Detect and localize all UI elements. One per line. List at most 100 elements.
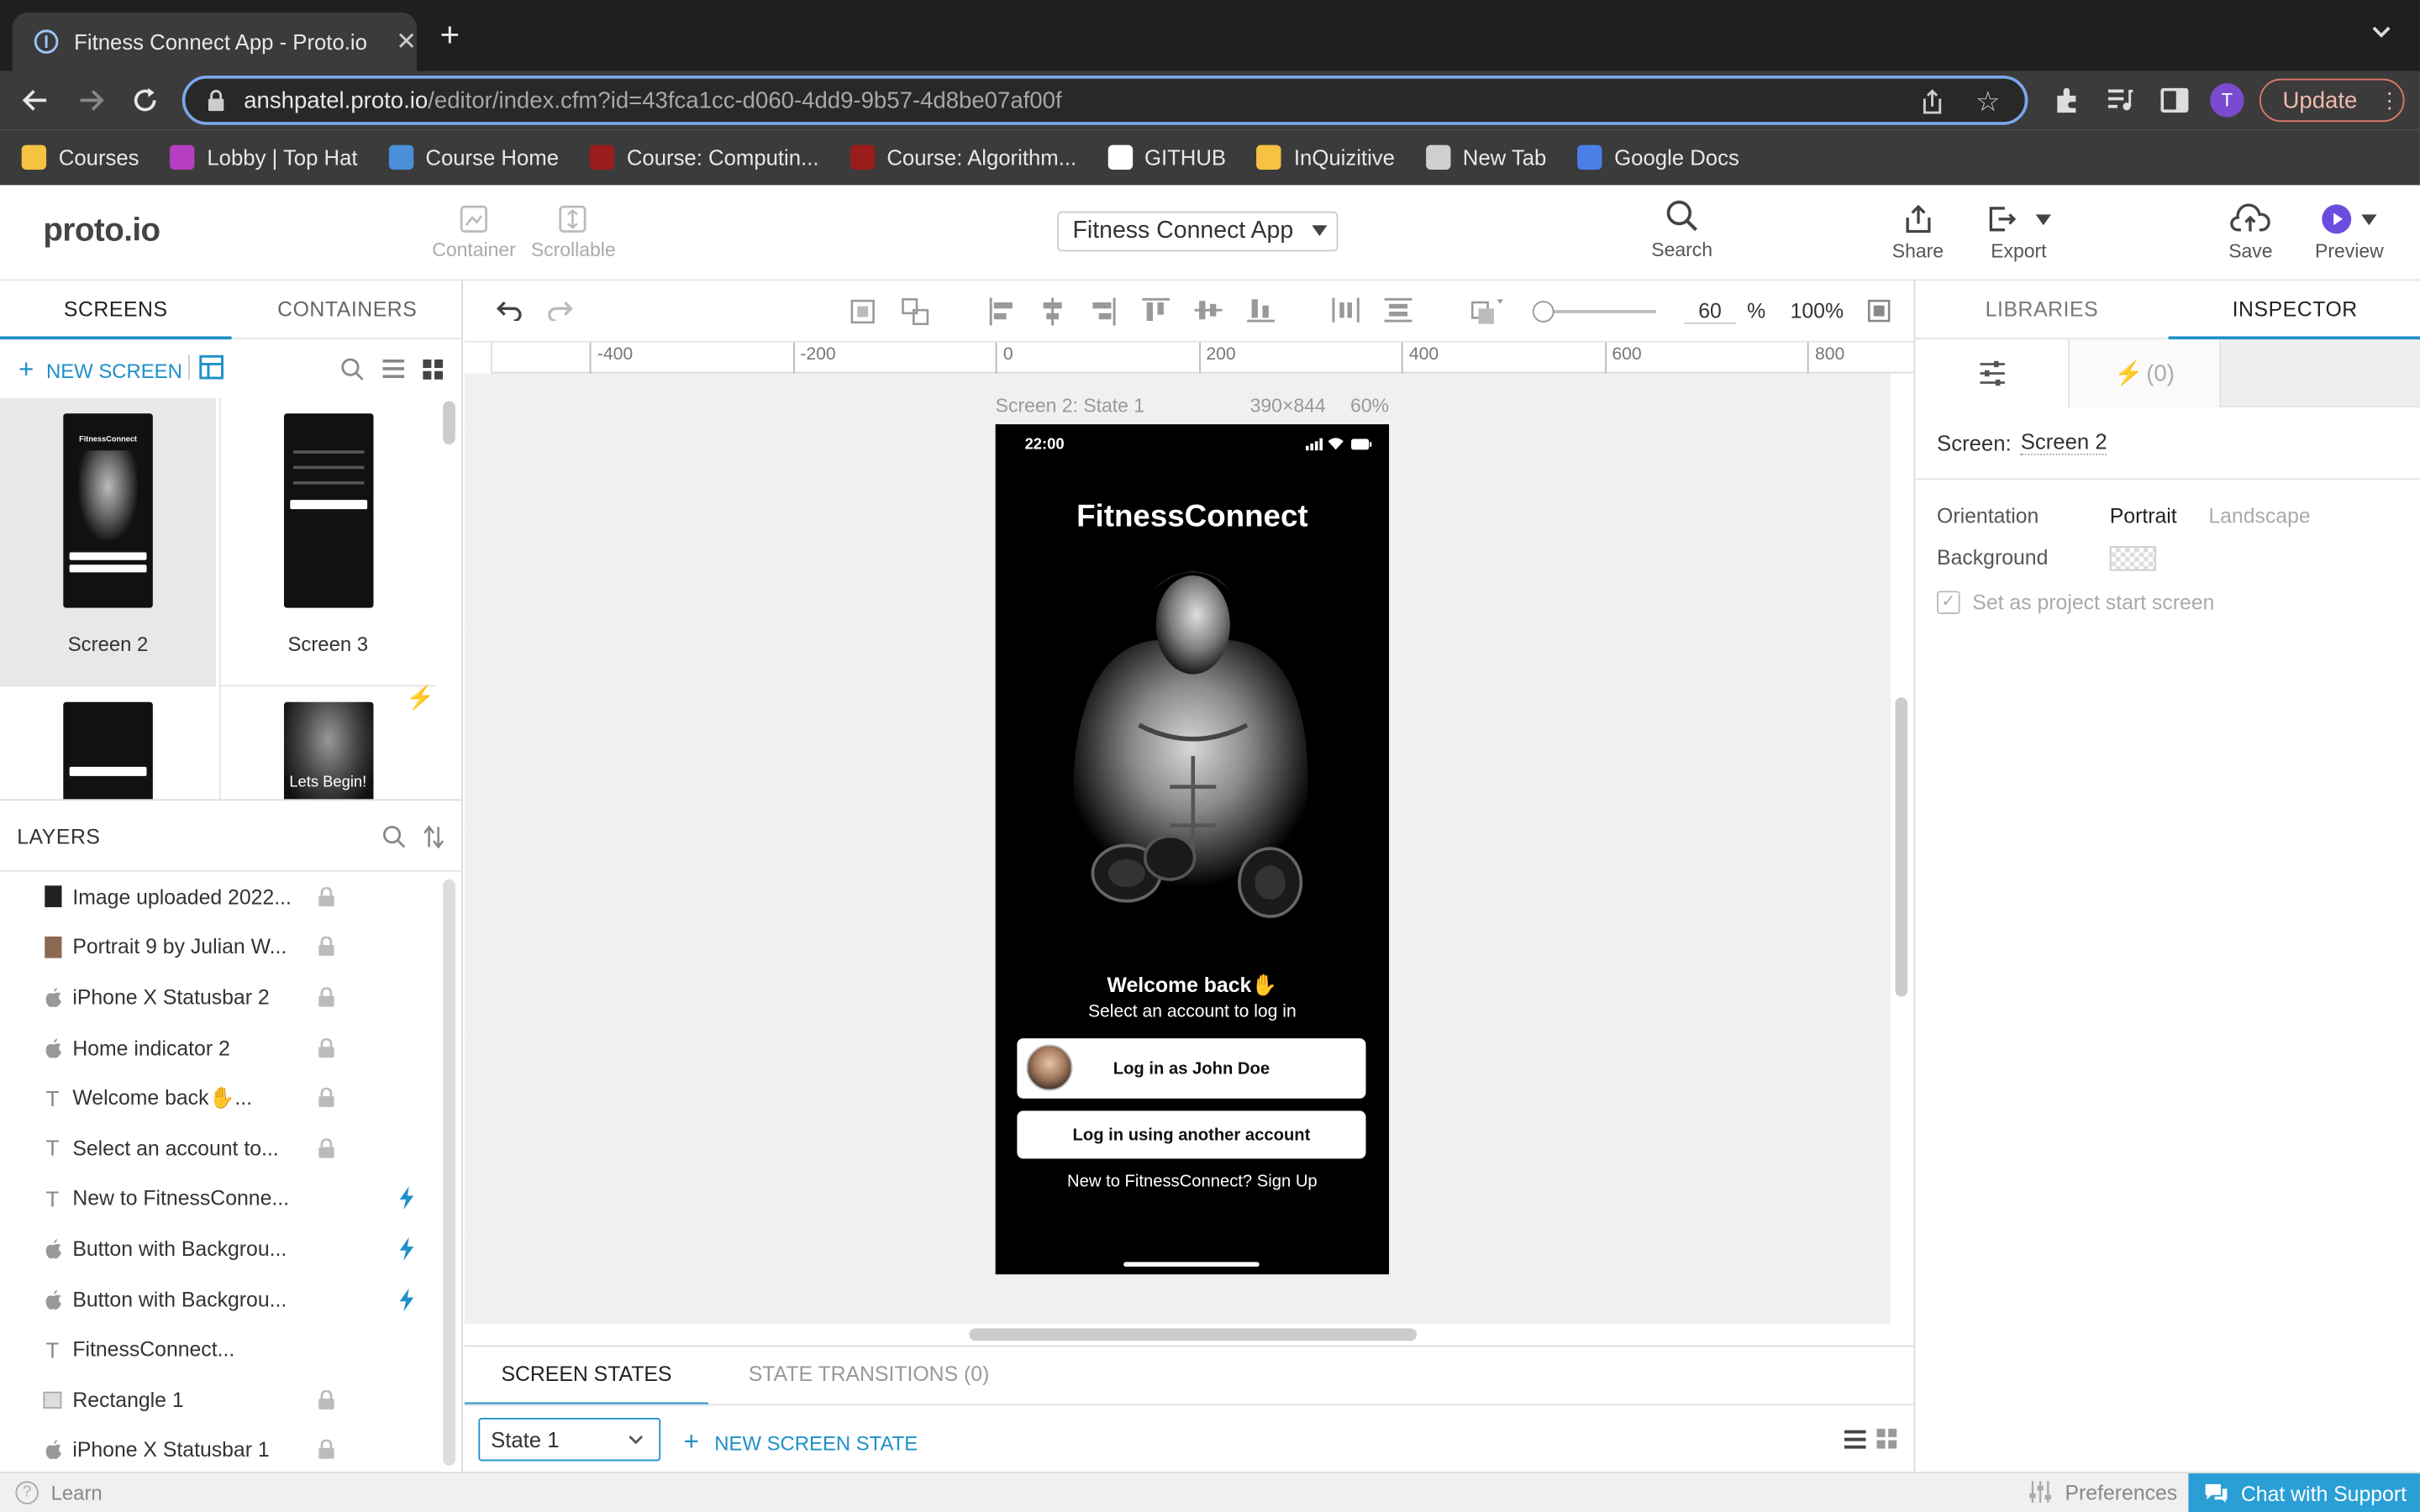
layer-item[interactable]: Button with Backgrou... [0,1274,439,1325]
reload-icon[interactable] [131,87,159,114]
proto-io-logo[interactable]: proto.io [43,213,160,249]
layer-item[interactable]: Rectangle 1 [0,1374,439,1425]
scrollable-button[interactable]: Scrollable [531,205,616,260]
background-color-swatch[interactable] [2109,546,2156,571]
update-button[interactable]: Update ⋮ [2259,78,2405,123]
layer-item[interactable]: T Welcome back✋... [0,1073,439,1123]
bookmark-item[interactable]: Courses [21,144,139,171]
zoom-100-button[interactable]: 100% [1791,299,1844,323]
extensions-icon[interactable] [2053,87,2081,114]
layer-item[interactable]: iPhone X Statusbar 2 [0,972,439,1022]
tab-inspector[interactable]: INSPECTOR [2168,281,2420,340]
zoom-slider-handle[interactable] [1532,301,1555,323]
bookmark-item[interactable]: Lobby | Top Hat [170,144,358,171]
profile-avatar[interactable]: T [2210,83,2244,118]
bookmark-item[interactable]: InQuizitive [1256,144,1395,171]
export-button[interactable]: Export [1986,203,2051,262]
lock-icon[interactable] [318,886,334,907]
login-other-button[interactable]: Log in using another account [1017,1110,1366,1159]
lock-icon[interactable] [318,1389,334,1410]
side-panel-icon[interactable] [2160,87,2189,113]
align-middle-icon[interactable] [1194,297,1223,322]
bookmark-star-icon[interactable]: ☆ [1975,87,2001,119]
media-controls-icon[interactable] [2107,88,2134,113]
new-screen-button[interactable]: + NEW SCREEN [18,354,182,386]
layer-item[interactable]: Portrait 9 by Julian W... [0,922,439,973]
project-selector[interactable]: Fitness Connect App [1057,211,1339,252]
align-center-h-icon[interactable] [1040,297,1065,326]
search-button[interactable]: Search [1651,199,1712,260]
lock-icon[interactable] [318,1088,334,1108]
bookmark-item[interactable]: GITHUB [1107,144,1226,171]
tab-screen-states[interactable]: SCREEN STATES [464,1347,709,1406]
start-screen-checkbox[interactable]: ✓ [1937,591,1960,615]
tab-state-transitions[interactable]: STATE TRANSITIONS (0) [727,1347,1011,1405]
screen-thumbnail-2[interactable]: FitnessConnect Screen 2 [0,397,217,685]
interaction-bolt-icon[interactable] [398,1187,415,1210]
align-bottom-icon[interactable] [1247,297,1276,323]
tab-libraries[interactable]: LIBRARIES [1915,281,2169,340]
screen-name-input[interactable]: Screen 2 [2020,429,2107,455]
preview-button[interactable]: Preview [2315,203,2384,262]
lock-icon[interactable] [318,1138,334,1158]
align-right-icon[interactable] [1092,297,1116,326]
states-list-view-icon[interactable] [1844,1430,1866,1449]
group-icon[interactable] [849,297,876,325]
distribute-h-icon[interactable] [1332,297,1360,323]
browser-tab[interactable]: Fitness Connect App - Proto.io ✕ [12,12,417,71]
forward-icon[interactable] [77,87,105,114]
search-layers-icon[interactable] [382,826,407,849]
preferences-button[interactable]: Preferences [2028,1479,2177,1504]
undo-icon[interactable] [496,299,523,322]
align-top-icon[interactable] [1142,297,1171,322]
interaction-bolt-icon[interactable] [398,1287,415,1311]
interactions-tab[interactable]: ⚡ (0) [2070,339,2222,407]
landscape-option[interactable]: Landscape [2208,505,2310,528]
distribute-v-icon[interactable] [1384,297,1413,323]
lock-icon[interactable] [318,1037,334,1058]
zoom-slider[interactable] [1532,301,1656,323]
bookmark-item[interactable]: Google Docs [1577,144,1739,171]
lock-icon[interactable] [318,987,334,1007]
phone-screen-2[interactable]: 22:00 FitnessConnect Welcome back✋ Selec… [995,424,1390,1275]
layers-scrollbar[interactable] [443,879,455,1466]
signup-link[interactable]: New to FitnessConnect? Sign Up [996,1173,1389,1191]
zoom-input[interactable]: 60 [1683,299,1737,324]
layer-item[interactable]: Button with Backgrou... [0,1224,439,1274]
screen-thumbnail-3[interactable]: Screen 3 [218,397,435,685]
redo-icon[interactable] [546,299,574,322]
bookmark-item[interactable]: New Tab [1425,144,1546,171]
grid-view-icon[interactable] [423,359,444,380]
learn-button[interactable]: ? Learn [15,1481,103,1504]
arrange-icon[interactable] [1470,297,1504,324]
layer-item[interactable]: T FitnessConnect... [0,1325,439,1375]
address-bar[interactable]: anshpatel.proto.io/editor/index.cfm?id=4… [182,75,2028,125]
bookmark-item[interactable]: Course: Computin... [589,144,819,171]
container-button[interactable]: Container [432,205,516,260]
login-john-button[interactable]: Log in as John Doe [1017,1038,1366,1099]
layer-item[interactable]: T Select an account to... [0,1123,439,1173]
state-select[interactable]: State 1 [478,1417,661,1462]
interaction-bolt-icon[interactable] [398,1237,415,1261]
start-screen-checkbox-row[interactable]: ✓ Set as project start screen [1937,591,2214,615]
bookmark-item[interactable]: Course Home [388,144,559,171]
screen-thumbnail-5[interactable]: Lets Begin! ⚡ [218,685,435,800]
new-tab-icon[interactable]: + [439,18,460,52]
screen-thumbnail-4[interactable] [0,685,217,800]
tab-containers[interactable]: CONTAINERS [231,281,464,340]
ungroup-icon[interactable] [902,297,929,325]
search-screens-icon[interactable] [341,358,365,381]
sort-layers-icon[interactable] [423,825,445,849]
states-grid-view-icon[interactable] [1876,1428,1897,1449]
properties-tab[interactable] [1915,339,2070,407]
lock-icon[interactable] [318,1440,334,1460]
chat-with-support-button[interactable]: Chat with Support [2188,1473,2420,1512]
new-screen-state-button[interactable]: + NEW SCREEN STATE [684,1427,918,1458]
canvas-h-scrollbar[interactable] [969,1328,1418,1341]
layer-item[interactable]: Home indicator 2 [0,1022,439,1073]
save-button[interactable]: Save [2228,203,2273,262]
layer-item[interactable]: T New to FitnessConne... [0,1173,439,1224]
bookmark-item[interactable]: Course: Algorithm... [850,144,1076,171]
share-page-icon[interactable] [1920,88,1944,116]
back-icon[interactable] [22,87,50,114]
